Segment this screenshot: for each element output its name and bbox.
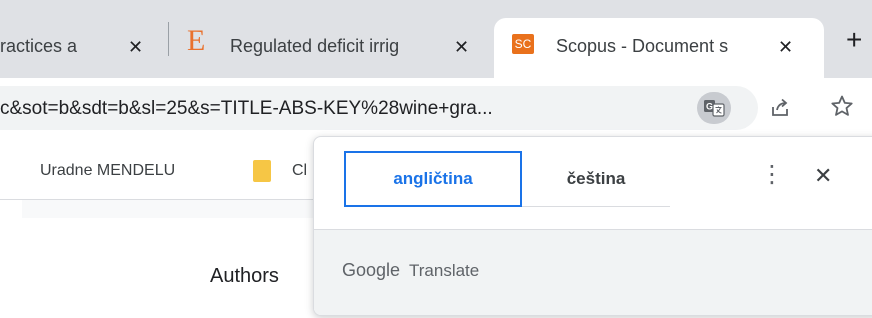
url-text[interactable]: c&sot=b&sdt=b&sl=25&s=TITLE-ABS-KEY%28wi…	[0, 98, 493, 120]
tab-label: Regulated deficit irrig	[230, 36, 400, 56]
toolbar: c&sot=b&sdt=b&sl=25&s=TITLE-ABS-KEY%28wi…	[0, 78, 872, 140]
share-icon[interactable]	[770, 98, 790, 124]
tab-label: Scopus - Document s	[556, 36, 729, 56]
close-tab-icon[interactable]: ✕	[128, 38, 143, 56]
svg-text:G: G	[706, 102, 713, 112]
tab-label: ractices a	[0, 36, 78, 56]
authors-label[interactable]: Authors	[210, 265, 279, 288]
translate-glyph-icon: G	[704, 100, 725, 117]
bookmark-uradne-mendelu[interactable]: Uradne MENDELU	[40, 162, 175, 180]
translate-popup: angličtina čeština ⋮ ✕ Google Translate	[313, 136, 872, 316]
tab-practices[interactable]: ractices a ✕	[0, 18, 160, 78]
close-popup-icon[interactable]: ✕	[814, 165, 832, 187]
lang-tab-english[interactable]: angličtina	[344, 151, 522, 207]
close-tab-icon[interactable]: ✕	[454, 38, 469, 56]
scopus-favicon-icon: SC	[512, 34, 534, 54]
close-tab-icon[interactable]: ✕	[778, 38, 793, 56]
tab-divider	[168, 22, 169, 56]
translate-brand-label: Translate	[409, 261, 480, 280]
star-icon[interactable]	[830, 94, 854, 125]
google-logo: Google	[342, 260, 401, 280]
star-glyph-icon	[831, 95, 853, 116]
tab-strip: ractices a ✕ E Regulated deficit irrig ✕…	[0, 0, 872, 78]
lang-tab-czech[interactable]: čeština	[522, 151, 670, 207]
translate-icon[interactable]: G	[697, 92, 731, 124]
more-options-icon[interactable]: ⋮	[760, 163, 784, 187]
new-tab-button[interactable]: +	[846, 26, 862, 54]
tab-favicon-e: E	[187, 24, 206, 57]
share-glyph-icon	[772, 98, 788, 116]
bookmark-folder[interactable]: Cl	[292, 162, 307, 180]
popup-footer: Google Translate	[314, 229, 872, 315]
folder-icon	[253, 160, 271, 182]
address-bar[interactable]: c&sot=b&sdt=b&sl=25&s=TITLE-ABS-KEY%28wi…	[0, 86, 758, 130]
